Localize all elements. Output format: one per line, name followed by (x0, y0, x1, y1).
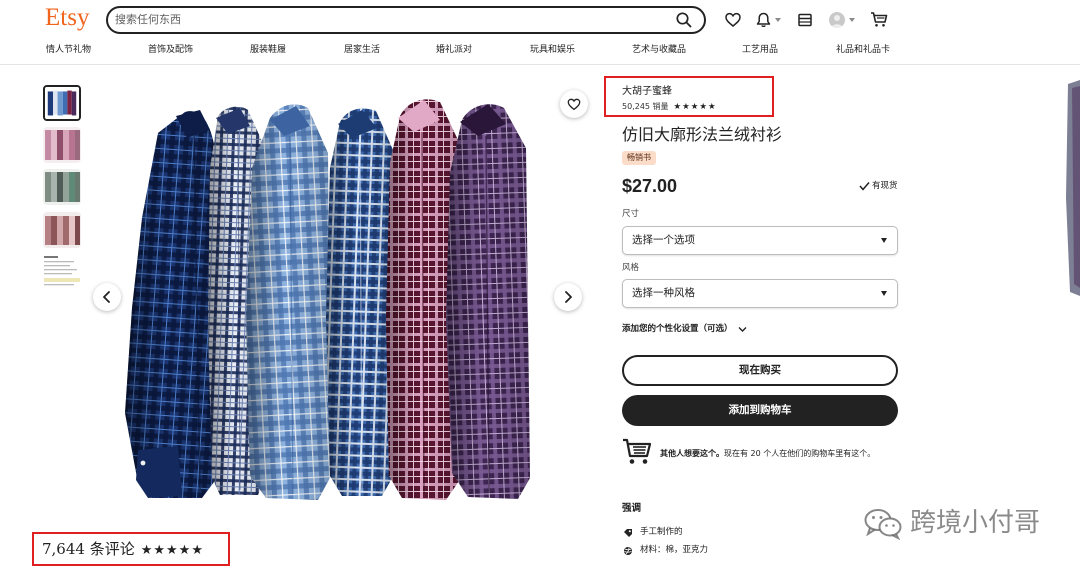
highlights-heading: 强调 (622, 503, 642, 514)
thumbnail-image (45, 87, 79, 119)
shirt-purple-plaid (446, 104, 530, 500)
bestseller-badge: 畅销书 (622, 151, 656, 165)
product-price: $27.00 (622, 176, 678, 196)
handmade-icon (624, 529, 632, 537)
header-divider (0, 64, 1080, 65)
search-icon[interactable] (675, 11, 693, 29)
review-stars: ★★★★★ (140, 543, 204, 558)
reviews-summary[interactable]: 7,644 条评论 ★★★★★ (42, 539, 204, 561)
next-image-button[interactable] (554, 283, 582, 311)
shop-sales-row: 50,245 销量 ★★★★★ (622, 102, 717, 112)
nav-item-toys[interactable]: 玩具和娱乐 (530, 44, 575, 56)
dropdown-arrow-icon (881, 238, 887, 243)
thumbnail-1[interactable] (43, 85, 81, 121)
avatar[interactable] (829, 12, 845, 28)
account-caret-icon[interactable] (849, 18, 855, 22)
adjacent-image-fragment (1064, 78, 1080, 298)
bell-icon[interactable] (756, 12, 771, 28)
style-select[interactable]: 选择一种风格 (622, 279, 898, 308)
chevron-down-icon[interactable] (738, 326, 747, 333)
product-title: 仿旧大廓形法兰绒衬衫 (622, 125, 783, 144)
size-label: 尺寸 (622, 209, 640, 219)
favorite-button[interactable] (560, 90, 588, 118)
search-input[interactable]: 搜索任何东西 (115, 8, 181, 32)
personalization-label: 添加您的个性化设置（可选） (622, 324, 733, 334)
chevron-left-icon (103, 291, 110, 303)
check-icon (859, 182, 870, 191)
nav-item-art[interactable]: 艺术与收藏品 (632, 44, 686, 56)
add-to-cart-button[interactable]: 添加到购物车 (622, 395, 898, 426)
chevron-right-icon (565, 291, 572, 303)
highlight-handmade: 手工制作的 (640, 527, 683, 537)
reviews-highlight-box: 7,644 条评论 ★★★★★ (32, 532, 230, 566)
shop-info-highlight-box: 大胡子蜜蜂 50,245 销量 ★★★★★ (604, 76, 774, 117)
shop-stars: ★★★★★ (673, 102, 717, 112)
size-select[interactable]: 选择一个选项 (622, 226, 898, 255)
thumbnail-image (43, 254, 81, 290)
thumbnail-5[interactable] (43, 254, 81, 290)
cart-icon[interactable] (870, 11, 888, 28)
demand-notice: 其他人想要这个。现在有 20 个人在他们的购物车里有这个。 (660, 448, 875, 459)
heart-icon[interactable] (725, 12, 741, 28)
style-select-value: 选择一种风格 (632, 287, 695, 299)
thumbnail-3[interactable] (43, 169, 81, 205)
highlight-materials: 材料：棉，亚克力 (640, 545, 709, 555)
watermark-text: 跨境小付哥 (910, 508, 1041, 538)
shirt-blue-white-plaid (326, 108, 395, 497)
previous-image-button[interactable] (93, 283, 121, 311)
thumbnail-2[interactable] (43, 127, 81, 163)
nav-item-home[interactable]: 居家生活 (344, 44, 380, 56)
review-count: 7,644 条评论 (42, 540, 135, 558)
gift-registry-icon[interactable] (797, 12, 813, 28)
size-select-value: 选择一个选项 (632, 234, 695, 246)
personalization-toggle[interactable]: 添加您的个性化设置（可选） (622, 324, 733, 335)
style-label: 风格 (622, 263, 640, 273)
demand-detail-text: 现在有 20 个人在他们的购物车里有这个。 (724, 449, 876, 458)
nav-item-clothing[interactable]: 服装鞋履 (250, 44, 286, 56)
search-bar[interactable]: 搜索任何东西 (106, 6, 706, 34)
buy-now-button[interactable]: 现在购买 (622, 355, 898, 386)
nav-item-craft[interactable]: 工艺用品 (742, 44, 778, 56)
nav-item-wedding[interactable]: 婚礼派对 (436, 44, 472, 56)
demand-bold-text: 其他人想要这个。 (660, 449, 724, 458)
wechat-icon (864, 509, 902, 540)
thumbnail-image (43, 169, 81, 205)
user-icon (831, 15, 843, 28)
stock-status: 有现货 (872, 181, 898, 191)
thumbnail-image (43, 212, 81, 248)
shirt-light-blue-plaid (246, 104, 331, 500)
yarn-icon (624, 547, 632, 555)
nav-item-gifts[interactable]: 礼品和礼品卡 (836, 44, 890, 56)
thumbnail-image (43, 127, 81, 163)
shop-sales: 50,245 销量 (622, 102, 669, 111)
thumbnail-4[interactable] (43, 212, 81, 248)
demand-cart-icon (623, 438, 652, 464)
shop-name[interactable]: 大胡子蜜蜂 (622, 86, 672, 98)
dropdown-arrow-icon (881, 291, 887, 296)
notifications-caret-icon[interactable] (775, 18, 781, 22)
nav-item-jewelry[interactable]: 首饰及配饰 (148, 44, 193, 56)
nav-item-valentines[interactable]: 情人节礼物 (46, 44, 91, 56)
product-main-image[interactable] (90, 78, 590, 518)
etsy-logo[interactable]: Etsy (45, 3, 89, 33)
heart-icon (567, 98, 581, 110)
